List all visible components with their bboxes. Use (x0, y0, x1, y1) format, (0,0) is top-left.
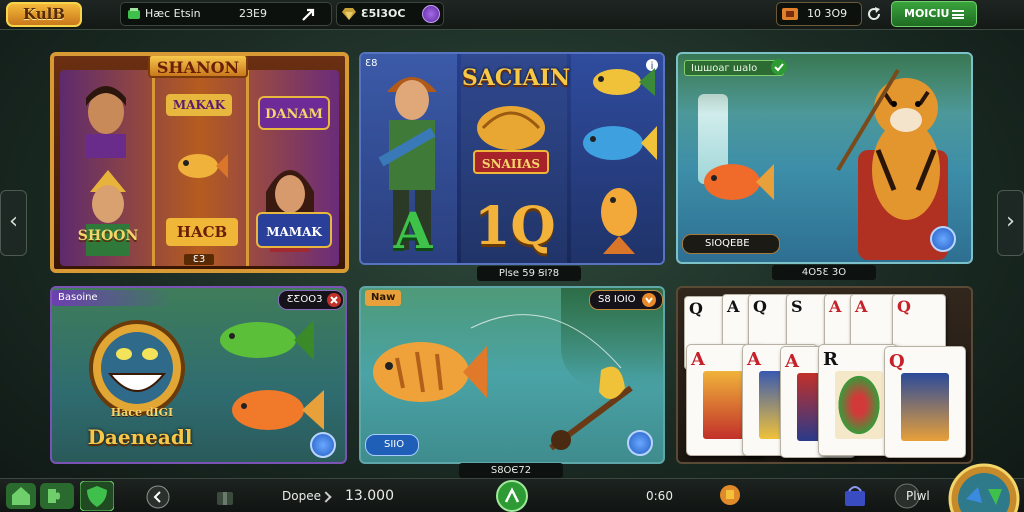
tag-label: Naw (371, 292, 396, 303)
slot-symbol: SNAIIAS (473, 150, 549, 174)
fish-icon (220, 320, 314, 360)
score-pill: SIOQEBE (682, 234, 780, 254)
monster-emblem (89, 320, 185, 416)
gem-icon (342, 8, 356, 20)
game-card-slot-saciain[interactable]: Ɛ8 i SACIAIN SNAIIAS A 1Q (359, 52, 665, 265)
bottom-bar: Dopee 13.000 0:60 Plwl (0, 463, 1024, 512)
close-icon[interactable] (326, 292, 342, 308)
bottom-right-label: Plwl (906, 489, 930, 503)
check-icon (771, 59, 787, 75)
tag-label: Basoine (58, 292, 98, 303)
slot-symbol-a: A (393, 201, 433, 260)
shield-icon[interactable] (80, 481, 114, 511)
trophy-icon[interactable] (718, 483, 742, 507)
play-button[interactable] (627, 430, 653, 456)
bottom-label: Dopee (282, 489, 321, 503)
game-tag: Naw (365, 290, 401, 306)
balance-pill[interactable]: Hæc Etsin 2ЗE9 (120, 2, 332, 26)
carousel-next-button[interactable]: › (997, 190, 1024, 256)
wallet-icon (128, 8, 140, 19)
slot-symbol: MAMAK (256, 212, 332, 248)
slot-symbol-q: 1Q (474, 196, 556, 257)
score-pill-label: SIIO (384, 439, 405, 450)
bottom-amount: 13.000 (345, 488, 394, 504)
gems-value: Ɛ5I3OⅭ (361, 7, 406, 20)
score-pill: SIIO (365, 434, 419, 456)
fish-icon (704, 164, 774, 200)
fish-icon (178, 154, 228, 178)
game-caption: Рlse 59 ꞨI?8 (477, 266, 581, 281)
playing-card: Q (884, 346, 966, 458)
coins-pill[interactable]: 10 3O9 (776, 2, 862, 26)
game-card-solitaire[interactable]: Q♣ A♠ Q♠ S♠ A♥ A♦ Q♦ A A A R Q (676, 286, 973, 464)
face-card-art (901, 373, 949, 441)
play-button[interactable] (930, 226, 956, 252)
coins-value: 10 3O9 (807, 7, 848, 20)
title-top: Hace dIGI (110, 406, 174, 419)
fish-icon (583, 126, 657, 160)
hamburger-icon (952, 10, 964, 19)
game-tag: Basoine (52, 290, 172, 306)
slot-symbol: SHOON (77, 228, 139, 244)
reel-divider (246, 70, 249, 266)
score-pill-label: SIOQEBE (705, 238, 750, 249)
character-portrait (86, 86, 126, 158)
balance-label: Hæc Etsin (145, 7, 201, 20)
transfer-arrow-icon[interactable] (301, 7, 317, 23)
bonus-emblem[interactable] (944, 459, 1022, 512)
game-card-fishing-tiger[interactable]: Iшшоаг шаIо SIOQEBE (676, 52, 973, 264)
face-card-art (835, 371, 883, 439)
add-gems-button[interactable] (422, 5, 440, 23)
tag-label: Iшшоаг шаIо (691, 63, 758, 74)
slot-symbol: MAKAK (166, 94, 232, 116)
fish-icon (601, 188, 637, 254)
balance-value: 2ЗE9 (239, 7, 267, 20)
bottom-timer: 0:60 (646, 489, 673, 503)
price-value: ƸƸOO3 (287, 294, 323, 305)
carousel-prev-button[interactable]: ‹ (0, 190, 27, 256)
shell-icon (477, 106, 545, 150)
reel-divider (152, 70, 155, 266)
puzzle-icon[interactable] (40, 483, 74, 509)
center-play-button[interactable] (496, 480, 528, 512)
game-tag: Iшшоаг шаIо (684, 60, 784, 76)
menu-button[interactable]: MOICIU (891, 1, 977, 27)
gift-icon[interactable] (214, 485, 236, 507)
slot-footer-label: Ɛ3 (184, 254, 214, 265)
menu-label: MOICIU (904, 7, 950, 20)
app-logo[interactable]: KulB (6, 2, 82, 27)
slot-symbol: DANAM (258, 96, 330, 130)
game-caption: S8OЄ72 (459, 463, 563, 478)
ticket-icon (782, 8, 798, 20)
fish-icon (232, 390, 324, 430)
play-button[interactable] (310, 432, 336, 458)
slot-symbol: HACB (166, 218, 238, 246)
home-icon[interactable] (6, 483, 36, 509)
game-card-slot-shanon[interactable]: SHANON MAKAK DANAM SHOON HACB MAMAK Ɛ3 (50, 52, 349, 273)
game-title: SACIAIN (461, 65, 571, 91)
game-title: Daeneadl (87, 425, 193, 449)
shop-icon[interactable] (842, 483, 868, 509)
game-title: SHANON (148, 56, 248, 78)
gems-pill[interactable]: Ɛ5I3OⅭ (336, 2, 444, 26)
top-bar: KulB Hæc Etsin 2ЗE9 Ɛ5I3OⅭ 10 3O9 MOICIU (0, 0, 1024, 30)
refresh-icon[interactable] (866, 6, 882, 22)
game-card-fishing-daeneadl[interactable]: Basoine ƸƸOO3 Hace dIGI Daeneadl (50, 286, 347, 464)
game-caption: 4O5Ɛ 3O (772, 265, 876, 280)
game-card-fishing-rod[interactable]: Naw S8 IOIO SIIO (359, 286, 665, 464)
fish-icon (593, 68, 655, 96)
back-icon[interactable] (146, 485, 170, 509)
chevron-right-icon (320, 491, 332, 503)
